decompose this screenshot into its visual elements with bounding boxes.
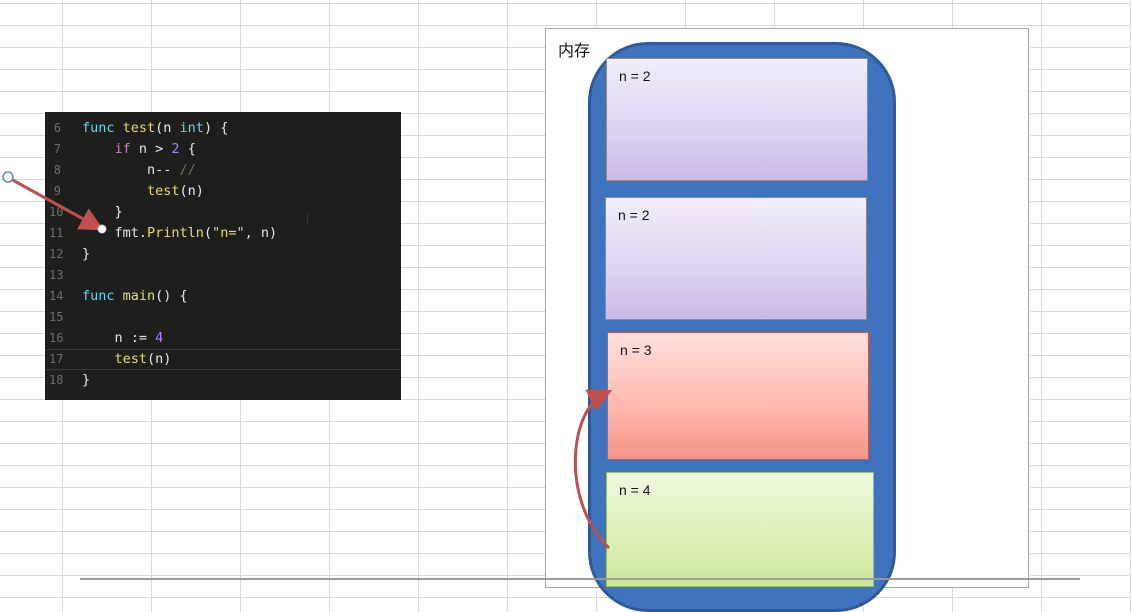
code-token: int (179, 120, 204, 136)
code-token: (n) (179, 183, 204, 199)
line-number: 16 (49, 331, 64, 345)
code-text: func test(n int) { (82, 118, 228, 139)
code-token: 4 (155, 330, 164, 346)
text-cursor-icon: I (305, 210, 310, 229)
line-number: 7 (53, 142, 61, 156)
stack-frame-1: n = 2 (606, 58, 868, 181)
code-line: 10 } (45, 202, 401, 223)
code-text: if n > 2 { (82, 139, 196, 160)
code-token: () { (155, 288, 188, 304)
code-line: 13 (45, 265, 401, 286)
line-number: 13 (49, 268, 64, 282)
code-token: n := (82, 330, 156, 346)
code-token: // (179, 162, 196, 178)
code-text: test(n) (82, 350, 172, 369)
stack-frame-3: n = 3 (607, 332, 869, 460)
code-line: 11 fmt.Println("n=", n) (45, 223, 401, 244)
stack-frame-label: n = 3 (620, 342, 652, 358)
code-token: func (82, 288, 123, 304)
divider (80, 578, 1080, 580)
line-number: 17 (49, 352, 64, 366)
code-line: 7 if n > 2 { (45, 139, 401, 160)
code-token: , n) (244, 225, 278, 241)
code-token: fmt. (82, 225, 148, 241)
code-text: n-- // (82, 160, 196, 181)
code-token: test (122, 120, 156, 136)
code-line: 14 func main() { (45, 286, 401, 307)
code-text: test(n) (82, 181, 204, 202)
code-token: Println (147, 225, 204, 241)
code-text: func main() { (82, 286, 188, 307)
code-line: 17 test(n) (45, 349, 401, 370)
code-token: test (114, 351, 148, 367)
code-token: 2 (171, 141, 180, 157)
code-text: fmt.Println("n=", n) (82, 223, 278, 244)
code-token: test (147, 183, 180, 199)
code-token: n-- (82, 162, 180, 178)
code-line: 12} (45, 244, 401, 265)
code-token: } (82, 204, 123, 220)
code-token: { (179, 141, 196, 157)
code-token: (n) (147, 351, 172, 367)
stack-frame-label: n = 2 (618, 207, 650, 223)
stack-frame-label: n = 4 (619, 482, 651, 498)
code-token: (n (155, 120, 180, 136)
stack-frame-label: n = 2 (619, 68, 651, 84)
line-number: 12 (49, 247, 64, 261)
code-token: } (82, 372, 91, 388)
code-line: 6 func test(n int) { (45, 118, 401, 139)
code-line: 16 n := 4 (45, 328, 401, 349)
code-token: } (82, 246, 91, 262)
line-number: 18 (49, 373, 64, 387)
line-number: 10 (49, 205, 64, 219)
code-token: if (114, 141, 131, 157)
code-line: 9 test(n) (45, 181, 401, 202)
stack-frame-2: n = 2 (605, 197, 867, 320)
code-editor: 6 func test(n int) {7 if n > 2 {8 n-- //9… (45, 112, 401, 400)
line-number: 8 (53, 163, 61, 177)
line-number: 15 (49, 310, 64, 324)
code-line: 15 (45, 307, 401, 328)
stack-frame-4: n = 4 (606, 472, 874, 587)
code-line: 18} (45, 370, 401, 391)
code-token: func (82, 120, 123, 136)
code-token: ) { (203, 120, 229, 136)
line-number: 6 (53, 121, 61, 135)
line-number: 11 (49, 226, 64, 240)
code-text: n := 4 (82, 328, 164, 349)
code-token: n > (130, 141, 172, 157)
code-text: } (82, 244, 90, 265)
memory-title: 内存 (558, 41, 591, 60)
code-text: } (82, 202, 123, 223)
code-token: main (122, 288, 156, 304)
code-token: "n=" (212, 225, 245, 241)
arrow-start-handle-icon (2, 171, 14, 183)
code-text: } (82, 370, 90, 391)
code-token: ( (203, 225, 213, 241)
line-number: 9 (53, 184, 61, 198)
line-number: 14 (49, 289, 64, 303)
code-line: 8 n-- // (45, 160, 401, 181)
